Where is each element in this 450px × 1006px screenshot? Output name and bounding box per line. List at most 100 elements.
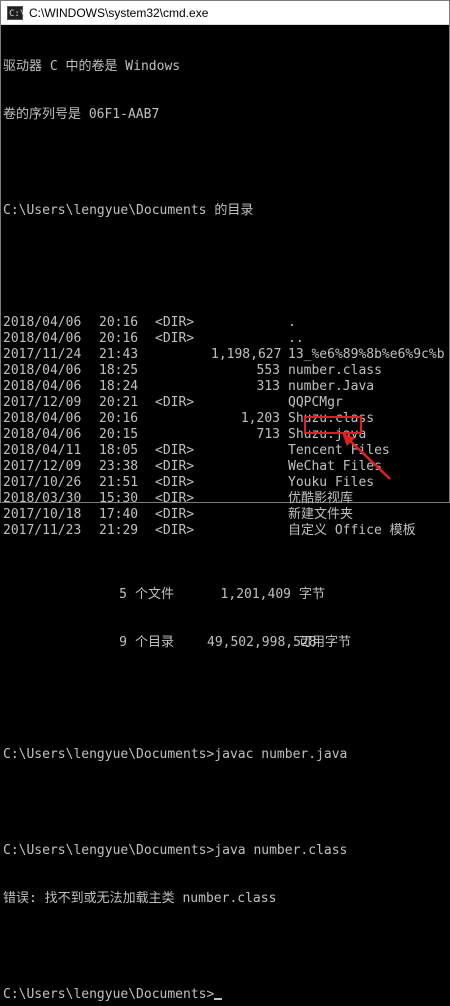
entry-date: 2018/04/06 [3, 379, 82, 394]
entry-date: 2017/11/23 [3, 523, 82, 538]
entry-type: <DIR> [155, 507, 195, 522]
entry-name: WeChat Files [288, 459, 382, 474]
console-icon: C:\ [7, 5, 26, 20]
directory-listing: 2018/04/06 20:16 <DIR>. 2018/04/06 20:16 <DIR… [3, 315, 449, 539]
prompt-text: C:\Users\lengyue\Documents> [3, 987, 215, 1002]
entry-name: . [288, 315, 296, 330]
entry-time: 20:16 [99, 411, 139, 426]
free-bytes-unit: 可用字节 [299, 635, 352, 650]
directory-entry: 2018/04/11 18:05 <DIR> Tencent Files [3, 443, 449, 459]
entry-date: 2018/04/06 [3, 427, 82, 442]
entry-type: <DIR> [155, 523, 195, 538]
entry-name: 新建文件夹 [288, 507, 354, 522]
directory-entry: 2017/11/23 21:29 <DIR> 自定义 Office 模板 [3, 523, 449, 539]
entry-date: 2018/04/06 [3, 315, 82, 330]
entry-date: 2017/12/09 [3, 395, 82, 410]
directory-entry: 2017/10/26 21:51 <DIR> Youku Files [3, 475, 449, 491]
entry-date: 2018/04/06 [3, 411, 82, 426]
directory-entry: 2018/04/06 20:16 1,203 Shuzu.class [3, 411, 449, 427]
entry-type [155, 411, 211, 427]
entry-date: 2017/10/26 [3, 475, 82, 490]
command-prompt[interactable]: C:\Users\lengyue\Documents> [3, 987, 449, 1003]
entry-size [211, 475, 288, 491]
entry-type: <DIR> [155, 331, 195, 346]
directory-title: C:\Users\lengyue\Documents 的目录 [3, 203, 254, 218]
entry-name: .. [288, 331, 304, 346]
directory-entry: 2017/11/24 21:43 1,198,627 13_%e6%89%8b%e6%… [3, 347, 449, 363]
entry-name: 自定义 Office 模板 [288, 523, 416, 538]
entry-time: 20:21 [99, 395, 139, 410]
free-bytes: 49,502,998,528 [207, 635, 317, 650]
entry-type: <DIR> [155, 395, 195, 410]
entry-type [155, 347, 211, 363]
directory-entry: 2018/03/30 15:30 <DIR> 优酷影视库 [3, 491, 449, 507]
entry-time: 17:40 [99, 507, 139, 522]
entry-time: 23:38 [99, 459, 139, 474]
file-size-unit: 字节 [299, 587, 326, 602]
entry-date: 2018/04/06 [3, 363, 82, 378]
entry-type: <DIR> [155, 491, 195, 506]
entry-date: 2018/04/11 [3, 443, 82, 458]
entry-size [211, 459, 288, 475]
dir-count: 9 [119, 635, 127, 650]
entry-time: 20:16 [99, 331, 139, 346]
annotation-highlight-box [304, 416, 362, 434]
directory-entry: 2018/04/06 18:25 553 number.class [3, 363, 449, 379]
file-total-size: 1,201,409 [220, 587, 291, 602]
entry-type: <DIR> [155, 315, 195, 330]
entry-name: 13_%e6%89%8b%e6%9c%b [288, 347, 445, 362]
entry-date: 2018/04/06 [3, 331, 82, 346]
entry-type [155, 379, 211, 395]
file-summary-row: 5 个文件 1,201,409 字节 [3, 587, 449, 603]
directory-entry: 2017/12/09 23:38 <DIR> WeChat Files [3, 459, 449, 475]
console-output[interactable]: 驱动器 C 中的卷是 Windows 卷的序列号是 06F1-AAB7 C:\U… [3, 27, 449, 1002]
entry-size: 1,203 [240, 411, 280, 426]
directory-entry: 2018/04/06 20:15 713 Shuzu.java [3, 427, 449, 443]
volume-serial-line: 卷的序列号是 06F1-AAB7 [3, 107, 160, 122]
entry-size [211, 395, 288, 411]
entry-date: 2017/11/24 [3, 347, 82, 362]
entry-size [211, 315, 288, 331]
entry-size [211, 491, 288, 507]
entry-name: Tencent Files [288, 443, 390, 458]
cmd-window: C:\ C:\WINDOWS\system32\cmd.exe 驱动器 C 中的… [0, 0, 450, 1002]
console-icon-glyph: C:\ [9, 8, 26, 19]
entry-type [155, 427, 211, 443]
directory-entry: 2018/04/06 20:16 <DIR>. [3, 315, 449, 331]
entry-size [211, 507, 288, 523]
directory-entry: 2018/04/06 20:16 <DIR>.. [3, 331, 449, 347]
entry-time: 21:51 [99, 475, 139, 490]
entry-time: 18:24 [99, 379, 139, 394]
entry-time: 20:16 [99, 315, 139, 330]
entry-time: 18:05 [99, 443, 139, 458]
dir-summary-row: 9 个目录 49,502,998,528 可用字节 [3, 635, 449, 651]
text-cursor [214, 998, 223, 1000]
entry-type: <DIR> [155, 443, 195, 458]
entry-date: 2017/12/09 [3, 459, 82, 474]
entry-name: number.Java [288, 379, 375, 394]
entry-size: 553 [256, 363, 280, 378]
entry-name: QQPCMgr [288, 395, 343, 410]
entry-size: 313 [256, 379, 280, 394]
entry-type: <DIR> [155, 459, 195, 474]
java-command-line: C:\Users\lengyue\Documents>java number.c… [3, 843, 348, 858]
entry-date: 2018/03/30 [3, 491, 82, 506]
entry-type [155, 363, 211, 379]
entry-name: 优酷影视库 [288, 491, 354, 506]
volume-label-line: 驱动器 C 中的卷是 Windows [3, 59, 181, 74]
entry-size [211, 443, 288, 459]
entry-time: 21:43 [99, 347, 139, 362]
entry-time: 15:30 [99, 491, 139, 506]
file-count-unit: 个文件 [135, 587, 175, 602]
entry-size: 1,198,627 [211, 347, 282, 362]
window-title: C:\WINDOWS\system32\cmd.exe [29, 5, 209, 20]
entry-size [211, 331, 288, 347]
javac-command-line: C:\Users\lengyue\Documents>javac number.… [3, 747, 348, 762]
title-bar[interactable]: C:\ C:\WINDOWS\system32\cmd.exe [1, 1, 449, 25]
entry-name: number.class [288, 363, 382, 378]
directory-entry: 2018/04/06 18:24 313 number.Java [3, 379, 449, 395]
entry-size: 713 [256, 427, 280, 442]
error-message: 错误: 找不到或无法加载主类 number.class [3, 891, 277, 906]
entry-size [211, 523, 288, 539]
entry-name: Youku Files [288, 475, 375, 490]
